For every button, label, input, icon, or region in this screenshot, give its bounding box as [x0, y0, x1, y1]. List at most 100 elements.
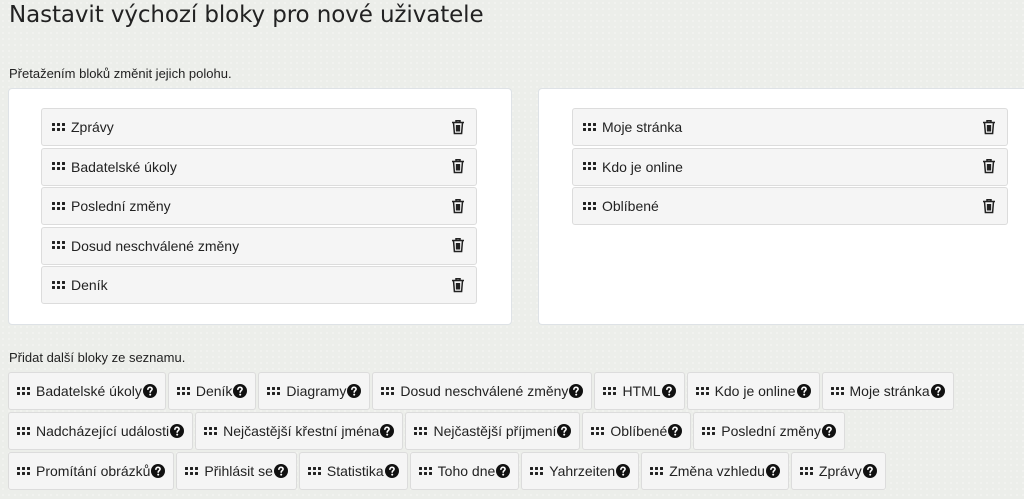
grip-icon[interactable] — [204, 426, 218, 436]
available-block-yahrzeiten[interactable]: Yahrzeiten — [521, 452, 640, 490]
help-icon[interactable] — [557, 424, 572, 438]
help-icon[interactable] — [347, 384, 362, 398]
help-icon[interactable] — [273, 464, 288, 478]
grip-icon[interactable] — [176, 386, 190, 396]
available-block-statistika[interactable]: Statistika — [298, 452, 408, 490]
trash-icon[interactable] — [451, 277, 466, 294]
block-label: Zprávy — [71, 119, 114, 135]
help-icon[interactable] — [151, 464, 166, 478]
available-block-label: Dosud neschválené změny — [400, 383, 569, 399]
main-blocks-column: Zprávy Badatelské úkoly Poslední změny Dosu… — [8, 88, 512, 325]
side-block-oblibene[interactable]: Oblíbené — [572, 187, 1008, 225]
grip-icon[interactable] — [650, 466, 664, 476]
available-block-moje-stranka[interactable]: Moje stránka — [821, 372, 954, 410]
trash-icon[interactable] — [982, 198, 997, 215]
trash-icon[interactable] — [982, 158, 997, 175]
available-blocks-row: Nadcházející události Nejčastější křestní… — [8, 412, 1018, 452]
grip-icon[interactable] — [799, 466, 813, 476]
help-icon[interactable] — [142, 384, 157, 398]
grip-icon[interactable] — [52, 162, 65, 171]
trash-icon[interactable] — [451, 119, 466, 136]
available-block-label: HTML — [622, 383, 661, 399]
help-icon[interactable] — [668, 424, 683, 438]
grip-icon[interactable] — [414, 426, 428, 436]
main-block-dosud-neschvalene-zmeny[interactable]: Dosud neschválené změny — [41, 226, 477, 265]
grip-icon[interactable] — [830, 386, 844, 396]
available-block-zpravy[interactable]: Zprávy — [790, 452, 886, 490]
drag-instructions: Přetažením bloků změnit jejich polohu. — [9, 66, 232, 81]
main-block-badatelske-ukoly[interactable]: Badatelské úkoly — [41, 147, 477, 186]
help-icon[interactable] — [170, 424, 185, 438]
available-block-zmena-vzhledu[interactable]: Změna vzhledu — [641, 452, 789, 490]
grip-icon[interactable] — [603, 386, 617, 396]
available-block-diagramy[interactable]: Diagramy — [258, 372, 371, 410]
help-icon[interactable] — [233, 384, 248, 398]
available-block-denik[interactable]: Deník — [167, 372, 257, 410]
available-block-oblibene[interactable]: Oblíbené — [582, 412, 692, 450]
grip-icon[interactable] — [418, 466, 432, 476]
trash-icon[interactable] — [982, 119, 997, 136]
available-block-label: Moje stránka — [849, 383, 930, 399]
grip-icon[interactable] — [307, 466, 321, 476]
grip-icon[interactable] — [583, 162, 596, 171]
help-icon[interactable] — [862, 464, 877, 478]
available-block-prihlasit-se[interactable]: Přihlásit se — [176, 452, 297, 490]
help-icon[interactable] — [496, 464, 511, 478]
main-block-denik[interactable]: Deník — [41, 266, 477, 304]
available-block-nejcastejsi-krestni-jmena[interactable]: Nejčastější křestní jména — [195, 412, 404, 450]
grip-icon[interactable] — [530, 466, 544, 476]
help-icon[interactable] — [616, 464, 631, 478]
trash-icon[interactable] — [451, 158, 466, 175]
grip-icon[interactable] — [695, 386, 709, 396]
block-label: Kdo je online — [602, 158, 683, 175]
available-block-label: Přihlásit se — [204, 463, 273, 479]
help-icon[interactable] — [821, 424, 836, 438]
available-block-promitani-obrazku[interactable]: Promítání obrázků — [8, 452, 175, 490]
available-block-toho-dne[interactable]: Toho dne — [409, 452, 520, 490]
grip-icon[interactable] — [267, 386, 281, 396]
help-icon[interactable] — [796, 384, 811, 398]
available-block-label: Oblíbené — [610, 423, 668, 439]
grip-icon[interactable] — [185, 466, 199, 476]
grip-icon[interactable] — [702, 426, 716, 436]
help-icon[interactable] — [661, 384, 676, 398]
help-icon[interactable] — [380, 424, 395, 438]
side-blocks-column: Moje stránka Kdo je online Oblíbené — [538, 88, 1024, 325]
main-block-posledni-zmeny[interactable]: Poslední změny — [41, 187, 477, 225]
grip-icon[interactable] — [591, 426, 605, 436]
side-block-moje-stranka[interactable]: Moje stránka — [572, 108, 1008, 146]
available-block-label: Zprávy — [818, 463, 862, 479]
grip-icon[interactable] — [17, 386, 30, 396]
grip-icon[interactable] — [52, 201, 65, 211]
available-block-posledni-zmeny[interactable]: Poslední změny — [693, 412, 845, 450]
available-block-html[interactable]: HTML — [594, 372, 685, 410]
available-block-label: Nejčastější příjmení — [433, 423, 557, 439]
help-icon[interactable] — [384, 464, 399, 478]
available-block-nadchazejici-udalosti[interactable]: Nadcházející události — [8, 412, 194, 450]
available-block-label: Kdo je online — [714, 383, 796, 399]
grip-icon[interactable] — [52, 241, 65, 250]
available-block-badatelske-ukoly[interactable]: Badatelské úkoly — [8, 372, 166, 410]
available-block-nejcastejsi-prijmeni[interactable]: Nejčastější příjmení — [405, 412, 581, 450]
available-blocks-row: Badatelské úkoly Deník Diagramy Dosud nesch… — [8, 372, 1018, 412]
block-label: Oblíbené — [602, 198, 659, 214]
available-block-kdo-je-online[interactable]: Kdo je online — [686, 372, 820, 410]
block-label: Moje stránka — [602, 119, 683, 135]
help-icon[interactable] — [569, 384, 584, 398]
help-icon[interactable] — [930, 384, 945, 398]
grip-icon[interactable] — [52, 122, 65, 132]
available-block-label: Poslední změny — [721, 423, 821, 439]
grip-icon[interactable] — [52, 280, 65, 290]
available-block-dosud-neschvalene-zmeny[interactable]: Dosud neschválené změny — [372, 372, 593, 410]
trash-icon[interactable] — [451, 198, 466, 215]
grip-icon[interactable] — [17, 466, 30, 476]
grip-icon[interactable] — [583, 122, 596, 132]
grip-icon[interactable] — [583, 201, 596, 211]
grip-icon[interactable] — [381, 386, 395, 396]
help-icon[interactable] — [765, 464, 780, 478]
side-block-kdo-je-online[interactable]: Kdo je online — [572, 147, 1008, 186]
main-block-zpravy[interactable]: Zprávy — [41, 108, 477, 146]
trash-icon[interactable] — [451, 237, 466, 254]
grip-icon[interactable] — [17, 426, 30, 436]
available-block-label: Badatelské úkoly — [36, 383, 142, 399]
